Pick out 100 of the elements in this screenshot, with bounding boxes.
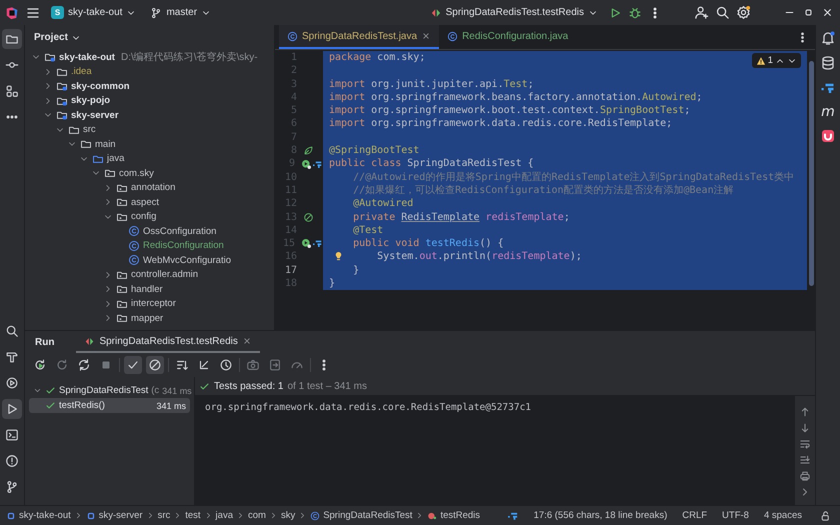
scrollbar[interactable] xyxy=(809,61,814,286)
tree-item[interactable]: main xyxy=(95,138,116,150)
close-icon[interactable] xyxy=(242,336,252,346)
close-icon[interactable] xyxy=(821,6,834,19)
wrap-icon[interactable] xyxy=(799,438,811,450)
test-tree-item[interactable]: testRedis() 341 ms xyxy=(29,398,190,413)
breadcrumb[interactable]: SpringDataRedisTest xyxy=(323,510,412,521)
tab-label: RedisConfiguration.java xyxy=(462,30,568,42)
run-configuration-name: SpringDataRedisTest.testRedis xyxy=(446,7,584,18)
run-tab[interactable]: SpringDataRedisTest.testRedis xyxy=(76,331,260,353)
breadcrumb[interactable]: java xyxy=(216,510,233,521)
class-icon xyxy=(447,30,458,42)
bars-icon[interactable] xyxy=(312,158,323,170)
tab-label: SpringDataRedisTest.testRedis xyxy=(99,336,238,346)
search-icon[interactable] xyxy=(715,5,730,20)
inspection-widget[interactable]: 1 xyxy=(752,53,801,68)
breadcrumb[interactable]: sky-server xyxy=(98,510,143,521)
folder-icon[interactable] xyxy=(2,29,22,49)
tree-item[interactable]: controller.admin xyxy=(131,269,198,280)
tree-item[interactable]: handler xyxy=(131,284,163,295)
bug-icon[interactable] xyxy=(628,6,642,20)
maven-tool-button[interactable]: m xyxy=(821,105,835,119)
test-tree-item[interactable]: SpringDataRedisTest (c 341 ms xyxy=(29,383,190,398)
status-indicator[interactable]: 17:6 (556 chars, 18 line breaks) xyxy=(534,510,668,521)
status-indicator[interactable]: CRLF xyxy=(682,510,708,521)
branch-switcher[interactable]: master xyxy=(146,4,216,20)
editor-tab[interactable]: RedisConfiguration.java xyxy=(439,25,576,49)
run-marker-icon[interactable] xyxy=(301,158,312,170)
package-icon xyxy=(116,283,128,296)
folder-icon xyxy=(80,138,92,150)
bulb-icon[interactable] xyxy=(333,250,344,262)
tree-item[interactable]: .idea xyxy=(71,66,92,78)
tree-item[interactable]: com.sky xyxy=(119,168,154,179)
line-number: 17 xyxy=(284,264,297,278)
run-marker-icon[interactable] xyxy=(301,238,312,250)
class-icon xyxy=(310,510,320,520)
tree-item[interactable]: mapper xyxy=(131,312,164,324)
breadcrumb[interactable]: src xyxy=(158,510,170,521)
package-icon xyxy=(116,312,128,324)
add-user-icon[interactable] xyxy=(694,5,709,20)
print-icon[interactable] xyxy=(799,470,811,482)
package-icon xyxy=(116,196,128,208)
settings-icon[interactable] xyxy=(736,5,751,20)
tab-label: SpringDataRedisTest.java xyxy=(302,30,418,42)
app-logo-icon[interactable] xyxy=(5,6,19,20)
test-run-icon xyxy=(84,336,96,346)
tree-item[interactable]: RedisConfiguration xyxy=(143,240,224,252)
tree-item[interactable]: annotation xyxy=(131,182,176,194)
check-icon xyxy=(45,400,56,411)
method-icon xyxy=(427,510,438,520)
console-output: org.springframework.data.redis.core.RedisTemplate@52737c1 xyxy=(205,402,532,413)
bars-icon[interactable] xyxy=(312,238,323,250)
tree-item[interactable]: aspect xyxy=(131,196,159,208)
arrow-up-icon[interactable] xyxy=(799,406,811,418)
status-indicator[interactable]: UTF-8 xyxy=(722,510,749,521)
test-duration: 341 ms xyxy=(162,386,192,396)
tree-item[interactable]: sky-common xyxy=(71,80,130,92)
project-badge: S xyxy=(51,6,64,19)
ignored-icon[interactable] xyxy=(146,356,164,374)
leaf-icon[interactable] xyxy=(303,212,314,223)
breadcrumb[interactable]: sky-take-out xyxy=(19,510,71,521)
breadcrumb[interactable]: test xyxy=(185,510,201,521)
tree-item[interactable]: sky-server xyxy=(71,110,119,121)
module-folder-icon xyxy=(56,109,68,122)
check-icon[interactable] xyxy=(124,356,142,374)
close-icon[interactable] xyxy=(421,31,432,41)
leaf-icon[interactable] xyxy=(303,145,314,156)
tree-item[interactable]: OssConfiguration xyxy=(143,226,216,237)
breadcrumb[interactable]: testRedis xyxy=(440,510,480,521)
editor-tab[interactable]: SpringDataRedisTest.java xyxy=(279,25,440,49)
breadcrumb[interactable]: com xyxy=(248,510,266,521)
tree-item[interactable]: sky-pojo xyxy=(71,95,110,106)
test-summary: of 1 test – 341 ms xyxy=(287,380,367,392)
check-icon xyxy=(45,385,56,396)
test-name: SpringDataRedisTest xyxy=(59,385,148,396)
module-folder-icon xyxy=(44,51,56,64)
run-configuration-selector[interactable]: SpringDataRedisTest.testRedis xyxy=(426,4,602,20)
tree-item[interactable]: config xyxy=(131,211,156,222)
tree-item[interactable]: src xyxy=(83,124,96,136)
branch-name: master xyxy=(166,7,198,18)
panel-title[interactable]: Project xyxy=(34,32,68,43)
project-switcher[interactable]: S sky-take-out xyxy=(47,4,140,21)
run-icon[interactable] xyxy=(2,399,22,419)
status-indicator[interactable]: 4 spaces xyxy=(764,510,802,521)
breadcrumb[interactable]: sky xyxy=(280,510,296,521)
warning-count: 1 xyxy=(768,55,773,66)
scroll-end-icon[interactable] xyxy=(799,454,811,466)
tree-item[interactable]: interceptor xyxy=(131,298,176,310)
test-location: (c xyxy=(151,385,160,396)
test-status: Tests passed: 1 xyxy=(214,380,284,392)
app-icon[interactable] xyxy=(820,128,836,144)
arrow-down-icon[interactable] xyxy=(799,422,811,434)
warning-icon xyxy=(756,56,766,66)
test-duration: 341 ms xyxy=(156,400,186,410)
database-icon[interactable] xyxy=(820,55,836,71)
tree-item[interactable]: sky-take-out xyxy=(59,52,115,63)
bell-icon[interactable] xyxy=(820,30,836,46)
tree-item[interactable]: WebMvcConfiguratio xyxy=(143,254,232,266)
class-icon xyxy=(287,30,298,42)
tree-item[interactable]: java xyxy=(107,153,124,164)
